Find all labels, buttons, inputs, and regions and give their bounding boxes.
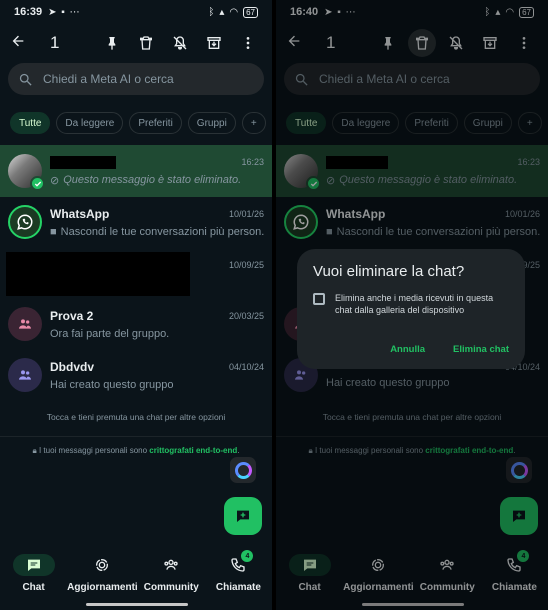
nav-label: Aggiornamenti — [67, 582, 138, 593]
nav-label: Chiamate — [215, 582, 261, 593]
status-bar: 16:39 ➤ ▪ ⋯ ᛒ ▴ ◠ 67 — [0, 0, 272, 24]
selection-app-bar: 1 — [0, 26, 272, 60]
selected-count: 1 — [50, 33, 60, 52]
chat-name: Dbdvdv — [50, 359, 95, 374]
nav-label: Community — [143, 582, 199, 593]
nav-updates[interactable]: Aggiornamenti — [67, 548, 138, 610]
more-options-icon[interactable] — [234, 29, 262, 57]
chat-preview: Ora fai parte del gruppo. — [50, 327, 170, 340]
whatsapp-logo-icon — [8, 205, 42, 239]
community-icon — [164, 559, 178, 570]
filter-favorites[interactable]: Preferiti — [129, 112, 182, 134]
chat-date: 20/03/25 — [228, 310, 264, 321]
signal-icon: ▴ — [219, 6, 225, 18]
chat-date: 10/09/25 — [228, 260, 264, 270]
long-press-hint: Tocca e tieni premuta una chat per altre… — [46, 412, 226, 422]
filter-all[interactable]: Tutte — [10, 112, 51, 134]
new-chat-button[interactable] — [224, 497, 262, 535]
status-time: 16:39 — [14, 6, 43, 18]
delete-chat-button[interactable]: Elimina chat — [453, 344, 509, 355]
screen-chat-list: 16:39 ➤ ▪ ⋯ ᛒ ▴ ◠ 67 1 Chiedi a Meta AI … — [0, 0, 272, 610]
status-icon — [96, 559, 109, 571]
filter-unread[interactable]: Da leggere — [56, 112, 124, 134]
selected-check-icon — [30, 176, 45, 191]
chat-name: WhatsApp — [50, 206, 110, 221]
chat-date: 10/01/26 — [228, 208, 264, 219]
notification-icons: ➤ ▪ ⋯ — [48, 6, 81, 18]
chat-row-dbdvdv[interactable]: Dbdvdv 04/10/24 Hai creato questo gruppo — [0, 349, 272, 401]
group-avatar-icon — [8, 358, 42, 392]
delete-media-option[interactable]: Elimina anche i media ricevuti in questa… — [313, 292, 509, 316]
video-icon: ■ — [50, 225, 57, 238]
mute-icon[interactable] — [166, 29, 194, 57]
screen-delete-dialog: 16:40 ➤ ▪ ⋯ ᛒ ▴ ◠ 67 1 Chiedi a Meta AI … — [276, 0, 548, 610]
status-right-icons: ᛒ ▴ ◠ 67 — [208, 6, 258, 18]
delete-media-checkbox[interactable] — [313, 293, 325, 305]
chat-row-selected[interactable]: 16:23 ⊘ Questo messaggio è stato eliminat… — [0, 145, 272, 197]
avatar — [8, 154, 45, 191]
redacted-chat — [6, 252, 190, 296]
chat-preview: Hai creato questo gruppo — [50, 378, 174, 391]
chat-date: 04/10/24 — [228, 361, 264, 372]
e2e-text: I tuoi messaggi personali sono — [38, 446, 148, 455]
delete-icon[interactable] — [132, 29, 160, 57]
divider — [0, 436, 272, 437]
chat-preview: Questo messaggio è stato eliminato. — [63, 174, 242, 186]
nav-label: Chat — [22, 582, 45, 593]
wifi-icon: ◠ — [229, 6, 239, 18]
chat-name: Prova 2 — [50, 308, 94, 323]
calls-badge: 4 — [241, 550, 254, 562]
back-arrow-icon[interactable] — [10, 33, 36, 54]
lock-icon: 🔒︎ — [32, 446, 37, 455]
chat-row-prova-2[interactable]: Prova 2 20/03/25 Ora fai parte del grupp… — [0, 298, 272, 350]
nav-chat[interactable]: Chat — [0, 548, 67, 610]
meta-ai-icon — [234, 461, 252, 479]
filter-chips: Tutte Da leggere Preferiti Gruppi + — [10, 112, 266, 134]
search-bar[interactable]: Chiedi a Meta AI o cerca — [8, 63, 264, 95]
e2e-notice: 🔒︎ I tuoi messaggi personali sono critto… — [0, 446, 272, 456]
bottom-nav: Chat Aggiornamenti Community 4 Chiamate — [0, 548, 272, 610]
pin-icon[interactable] — [98, 29, 126, 57]
meta-ai-button[interactable] — [230, 457, 256, 483]
filter-groups[interactable]: Gruppi — [187, 112, 236, 134]
e2e-link[interactable]: crittografati end-to-end — [149, 446, 237, 455]
filter-add-button[interactable]: + — [241, 112, 266, 134]
nav-calls[interactable]: 4 Chiamate — [205, 548, 272, 610]
archive-icon[interactable] — [200, 29, 228, 57]
chat-row-whatsapp[interactable]: WhatsApp 10/01/26 ■ Nascondi le tue conve… — [0, 196, 272, 248]
chat-row-redacted[interactable]: 10/09/25 — [0, 248, 272, 300]
battery-icon: 67 — [243, 6, 258, 18]
delete-chat-dialog: Vuoi eliminare la chat? Elimina anche i … — [297, 249, 525, 369]
e2e-end: . — [237, 446, 240, 455]
gesture-bar — [86, 603, 188, 606]
chat-date: 16:23 — [241, 157, 264, 167]
group-avatar-icon — [8, 307, 42, 341]
dialog-title: Vuoi eliminare la chat? — [313, 263, 465, 280]
chat-preview: Nascondi le tue conversazioni più person… — [60, 225, 264, 238]
search-icon — [19, 73, 32, 86]
cancel-button[interactable]: Annulla — [390, 344, 425, 355]
bluetooth-icon: ᛒ — [208, 6, 215, 18]
search-placeholder: Chiedi a Meta AI o cerca — [43, 72, 174, 86]
redacted-name — [50, 155, 116, 169]
chat-icon — [27, 559, 40, 571]
new-chat-icon — [237, 510, 249, 522]
nav-community[interactable]: Community — [138, 548, 205, 610]
deleted-icon: ⊘ — [50, 174, 60, 187]
delete-media-label: Elimina anche i media ricevuti in questa… — [335, 293, 494, 315]
